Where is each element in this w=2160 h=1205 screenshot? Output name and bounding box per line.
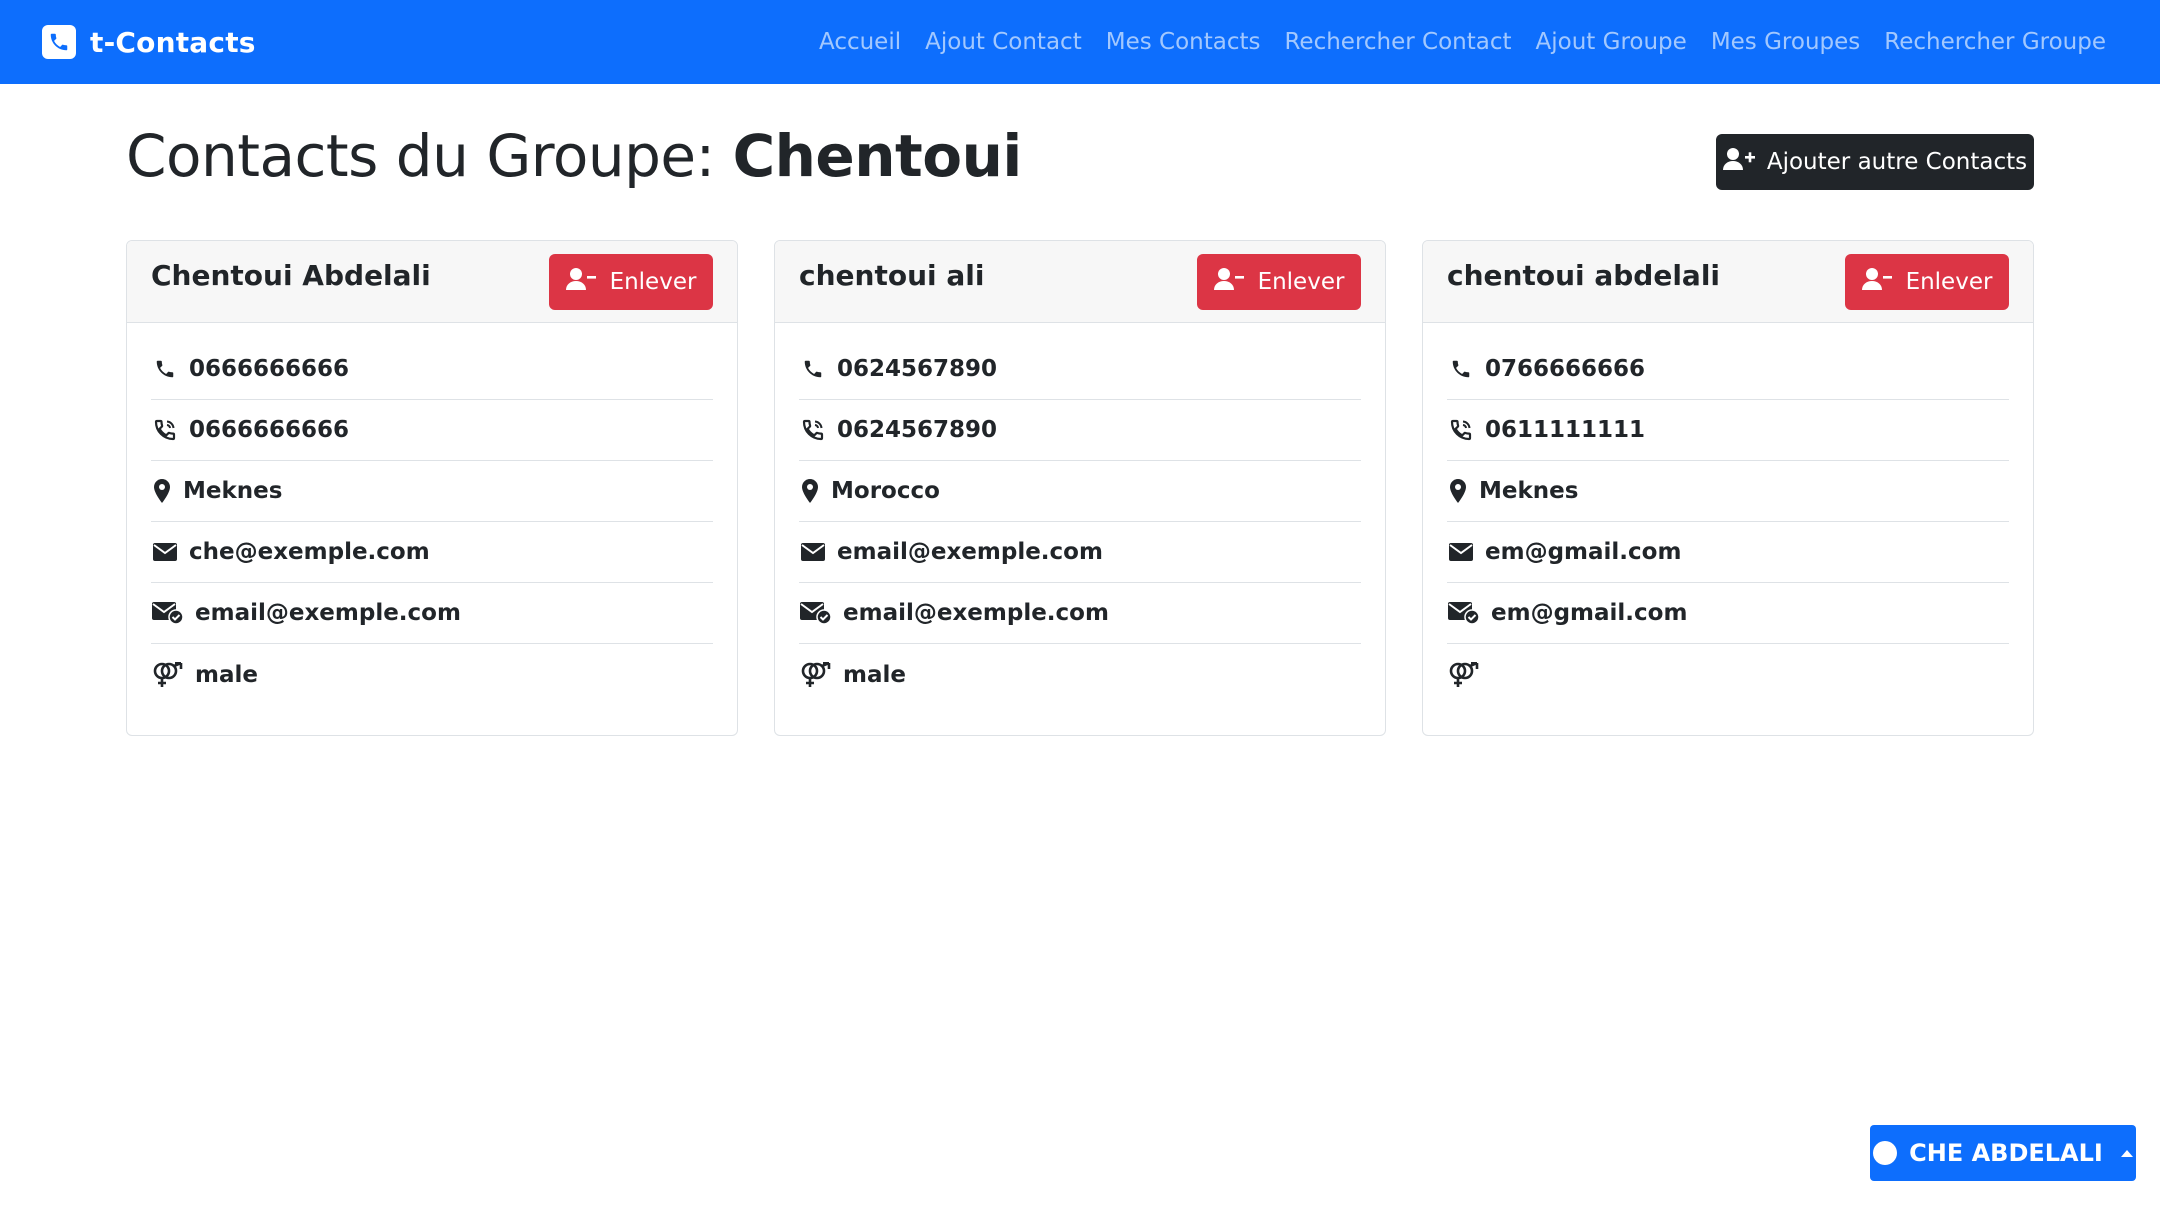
card-body: 0766666666 0611111111 Meknes em@gmail.co… xyxy=(1423,323,2033,705)
gender-value: male xyxy=(843,661,906,688)
card-body: 0624567890 0624567890 Morocco email@exem… xyxy=(775,323,1385,705)
envelope-icon xyxy=(1447,538,1475,566)
city-value: Meknes xyxy=(1479,478,1579,504)
contact-name: chentoui ali xyxy=(799,259,985,292)
phone2-row: 0624567890 xyxy=(799,400,1361,461)
user-plus-icon xyxy=(1722,147,1755,177)
envelope-icon xyxy=(799,538,827,566)
phone2-value: 0624567890 xyxy=(837,417,998,443)
remove-label: Enlever xyxy=(609,269,697,295)
venus-mars-icon xyxy=(799,661,833,689)
nav-link-accueil[interactable]: Accueil xyxy=(819,29,901,55)
gender-row xyxy=(1447,644,2009,705)
remove-contact-button[interactable]: Enlever xyxy=(1197,254,1361,310)
phone2-row: 0666666666 xyxy=(151,400,713,461)
nav-link-ajout-contact[interactable]: Ajout Contact xyxy=(925,29,1082,55)
gender-row: male xyxy=(799,644,1361,705)
email-value: em@gmail.com xyxy=(1485,539,1682,565)
brand-link[interactable]: t-Contacts xyxy=(42,24,256,60)
city-value: Meknes xyxy=(183,478,283,504)
remove-label: Enlever xyxy=(1257,269,1345,295)
card-header: chentoui abdelali Enlever xyxy=(1423,241,2033,323)
remove-contact-button[interactable]: Enlever xyxy=(1845,254,2009,310)
add-contacts-button[interactable]: Ajouter autre Contacts xyxy=(1716,134,2034,190)
contact-name: Chentoui Abdelali xyxy=(151,259,431,292)
envelope-check-icon xyxy=(151,599,185,627)
email-value: che@exemple.com xyxy=(189,539,430,565)
email-row: che@exemple.com xyxy=(151,522,713,583)
user-minus-icon xyxy=(565,267,596,297)
email2-row: email@exemple.com xyxy=(151,583,713,644)
nav-link-rechercher-groupe[interactable]: Rechercher Groupe xyxy=(1884,29,2106,55)
phone-value: 0666666666 xyxy=(189,356,350,382)
remove-label: Enlever xyxy=(1905,269,1993,295)
card-header: chentoui ali Enlever xyxy=(775,241,1385,323)
phone-icon xyxy=(799,355,827,383)
location-icon xyxy=(151,477,173,505)
nav-links: Accueil Ajout Contact Mes Contacts Reche… xyxy=(819,0,2106,84)
phone2-row: 0611111111 xyxy=(1447,400,2009,461)
city-row: Meknes xyxy=(151,461,713,522)
user-menu-button[interactable]: CHE ABDELALI xyxy=(1870,1125,2136,1181)
phone-row: 0766666666 xyxy=(1447,339,2009,400)
phone-value: 0766666666 xyxy=(1485,356,1646,382)
phone-value: 0624567890 xyxy=(837,356,998,382)
phone-volume-icon xyxy=(799,416,827,444)
email-row: email@exemple.com xyxy=(799,522,1361,583)
venus-mars-icon xyxy=(1447,661,1481,689)
phone-volume-icon xyxy=(1447,416,1475,444)
email2-value: email@exemple.com xyxy=(843,600,1109,626)
email-row: em@gmail.com xyxy=(1447,522,2009,583)
contact-card: chentoui abdelali Enlever 0766666666 061… xyxy=(1422,240,2034,736)
envelope-check-icon xyxy=(1447,599,1481,627)
card-header: Chentoui Abdelali Enlever xyxy=(127,241,737,323)
navbar: t-Contacts Accueil Ajout Contact Mes Con… xyxy=(0,0,2160,84)
card-body: 0666666666 0666666666 Meknes che@exemple… xyxy=(127,323,737,705)
gender-row: male xyxy=(151,644,713,705)
phone-volume-icon xyxy=(151,416,179,444)
city-row: Meknes xyxy=(1447,461,2009,522)
add-contacts-label: Ajouter autre Contacts xyxy=(1766,149,2028,175)
user-circle-icon xyxy=(1873,1141,1898,1165)
phone-icon xyxy=(151,355,179,383)
location-icon xyxy=(1447,477,1469,505)
phone-square-icon xyxy=(42,25,76,59)
email-value: email@exemple.com xyxy=(837,539,1103,565)
email2-value: email@exemple.com xyxy=(195,600,461,626)
caret-up-icon xyxy=(2120,1149,2133,1157)
gender-value: male xyxy=(195,661,258,688)
city-value: Morocco xyxy=(831,478,940,504)
contact-cards: Chentoui Abdelali Enlever 0666666666 066… xyxy=(126,240,2034,736)
nav-link-rechercher-contact[interactable]: Rechercher Contact xyxy=(1284,29,1511,55)
email2-value: em@gmail.com xyxy=(1491,600,1688,626)
venus-mars-icon xyxy=(151,661,185,689)
contact-name: chentoui abdelali xyxy=(1447,259,1721,292)
group-name: Chentoui xyxy=(732,122,1023,190)
user-minus-icon xyxy=(1213,267,1244,297)
user-menu-label: CHE ABDELALI xyxy=(1909,1139,2103,1167)
contact-card: Chentoui Abdelali Enlever 0666666666 066… xyxy=(126,240,738,736)
user-minus-icon xyxy=(1861,267,1892,297)
email2-row: email@exemple.com xyxy=(799,583,1361,644)
contact-card: chentoui ali Enlever 0624567890 06245678… xyxy=(774,240,1386,736)
envelope-icon xyxy=(151,538,179,566)
phone2-value: 0666666666 xyxy=(189,417,350,443)
brand-name: t-Contacts xyxy=(90,25,256,59)
phone-icon xyxy=(1447,355,1475,383)
envelope-check-icon xyxy=(799,599,833,627)
page-title: Contacts du Groupe: Chentoui xyxy=(126,122,1022,190)
nav-link-ajout-groupe[interactable]: Ajout Groupe xyxy=(1536,29,1687,55)
location-icon xyxy=(799,477,821,505)
email2-row: em@gmail.com xyxy=(1447,583,2009,644)
phone-row: 0624567890 xyxy=(799,339,1361,400)
city-row: Morocco xyxy=(799,461,1361,522)
phone-row: 0666666666 xyxy=(151,339,713,400)
page-title-prefix: Contacts du Groupe: xyxy=(126,122,715,190)
phone2-value: 0611111111 xyxy=(1485,417,1646,443)
remove-contact-button[interactable]: Enlever xyxy=(549,254,713,310)
nav-link-mes-contacts[interactable]: Mes Contacts xyxy=(1106,29,1261,55)
nav-link-mes-groupes[interactable]: Mes Groupes xyxy=(1711,29,1860,55)
